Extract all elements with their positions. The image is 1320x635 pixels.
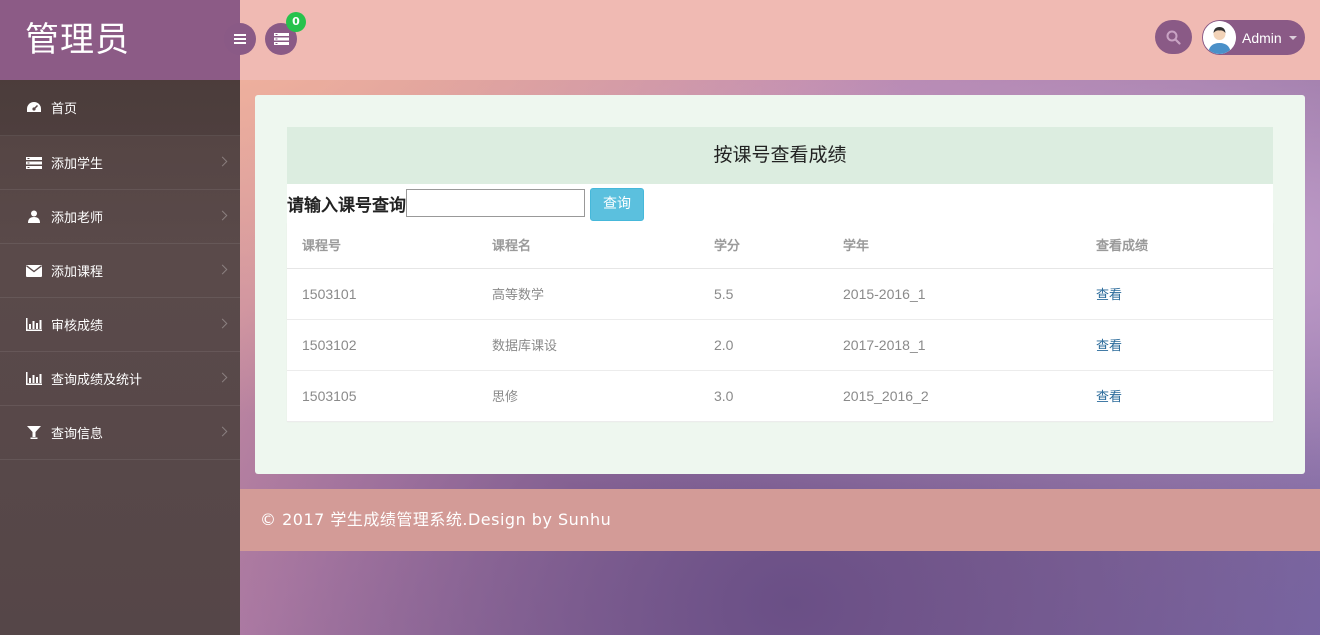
column-header: 课程号 [287,222,477,269]
chevron-right-icon [217,318,228,328]
envelope-icon [25,264,43,278]
panel-title: 按课号查看成绩 [287,127,1273,184]
sidebar-item-add-teacher[interactable]: 添加老师 [0,190,240,244]
course-id-input[interactable] [406,189,585,217]
sidebar-item-label: 查询信息 [51,427,104,442]
top-bar: 0 Admin [224,0,1320,80]
caret-down-icon [1288,35,1297,40]
sidebar-item-label: 添加课程 [51,265,104,280]
main-panel: 按课号查看成绩 请输入课号查询 查询 课程号 课程名 学分 学年 查看成绩 15 [255,95,1305,474]
footer: © 2017 学生成绩管理系统.Design by Sunhu [240,489,1320,551]
chevron-right-icon [217,156,228,166]
query-row: 请输入课号查询 查询 [287,184,1273,222]
year-cell: 2017-2018_1 [828,319,1081,371]
sidebar-item-label: 添加学生 [51,157,104,172]
sidebar-item-review-grades[interactable]: 审核成绩 [0,298,240,352]
avatar [1203,21,1236,54]
column-header: 课程名 [477,222,699,269]
query-label: 请输入课号查询 [287,195,406,216]
grades-table: 课程号 课程名 学分 学年 查看成绩 1503101 高等数学 5.5 2015… [287,222,1273,422]
table-row: 1503102 数据库课设 2.0 2017-2018_1 查看 [287,319,1273,371]
user-icon [25,210,43,224]
search-button[interactable] [1155,20,1192,54]
chevron-right-icon [217,210,228,220]
view-grades-link[interactable]: 查看 [1096,339,1122,354]
notification-badge: 0 [286,12,306,32]
list-icon [273,33,289,45]
sidebar-item-home[interactable]: 首页 [0,80,240,136]
year-cell: 2015-2016_1 [828,268,1081,320]
course-name-cell: 高等数学 [477,268,699,320]
bar-chart-icon [25,318,43,332]
bar-chart-icon [25,372,43,386]
sidebar-item-label: 审核成绩 [51,319,104,334]
sidebar-item-query-info[interactable]: 查询信息 [0,406,240,460]
view-grades-link[interactable]: 查看 [1096,288,1122,303]
course-id-cell: 1503102 [287,319,477,371]
course-id-cell: 1503101 [287,268,477,320]
user-menu-button[interactable]: Admin [1202,20,1305,55]
dashboard-icon [25,101,43,115]
table-row: 1503105 思修 3.0 2015_2016_2 查看 [287,370,1273,422]
sidebar-item-add-course[interactable]: 添加课程 [0,244,240,298]
course-name-cell: 数据库课设 [477,319,699,371]
list-icon [25,156,43,170]
sidebar-item-add-student[interactable]: 添加学生 [0,136,240,190]
filter-icon [25,426,43,440]
column-header: 查看成绩 [1081,222,1273,269]
credit-cell: 3.0 [699,370,828,422]
chevron-right-icon [217,372,228,382]
column-header: 学年 [828,222,1081,269]
course-name-cell: 思修 [477,370,699,422]
hamburger-icon [234,34,246,44]
table-header-row: 课程号 课程名 学分 学年 查看成绩 [287,222,1273,269]
sidebar-item-label: 首页 [51,102,78,117]
credit-cell: 2.0 [699,319,828,371]
sidebar-item-query-stats[interactable]: 查询成绩及统计 [0,352,240,406]
sidebar: 管理员 首页 添加学生 添加老师 添加课程 审核成绩 查询成绩及统计 查询信息 [0,0,240,635]
chevron-right-icon [217,264,228,274]
column-header: 学分 [699,222,828,269]
user-name: Admin [1242,29,1282,46]
search-icon [1166,30,1181,45]
table-row: 1503101 高等数学 5.5 2015-2016_1 查看 [287,268,1273,320]
chevron-right-icon [217,426,228,436]
view-grades-link[interactable]: 查看 [1096,390,1122,405]
course-id-cell: 1503105 [287,370,477,422]
year-cell: 2015_2016_2 [828,370,1081,422]
brand-title: 管理员 [0,0,240,80]
sidebar-toggle-button[interactable] [224,23,256,55]
query-button[interactable]: 查询 [590,187,644,221]
credit-cell: 5.5 [699,268,828,320]
sidebar-item-label: 查询成绩及统计 [51,373,143,388]
sidebar-item-label: 添加老师 [51,211,104,226]
